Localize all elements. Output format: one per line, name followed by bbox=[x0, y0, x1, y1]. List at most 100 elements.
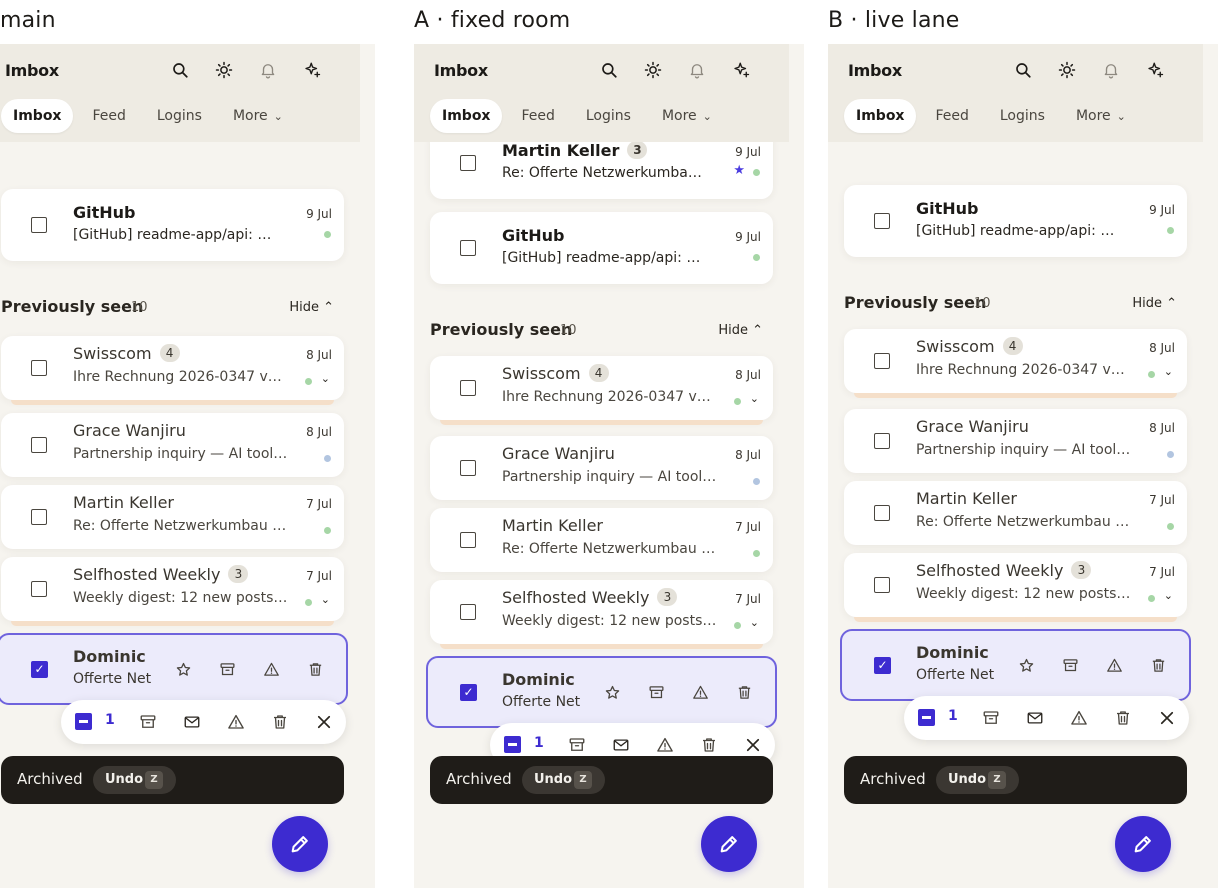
tab-logins[interactable]: Logins bbox=[574, 99, 643, 133]
email-card-martin-keller[interactable]: Martin Keller Re: Offerte Netzwerkumbau … bbox=[430, 508, 773, 572]
chevron-down-icon[interactable]: ⌄ bbox=[1164, 365, 1173, 378]
brightness-icon[interactable] bbox=[1056, 59, 1078, 81]
archive-icon[interactable] bbox=[981, 708, 1001, 728]
tab-imbox[interactable]: Imbox bbox=[844, 99, 917, 133]
tab-feed[interactable]: Feed bbox=[923, 99, 980, 133]
mail-icon[interactable] bbox=[1025, 708, 1045, 728]
trash-icon[interactable] bbox=[734, 682, 754, 702]
email-card-grace-wanjiru[interactable]: Grace Wanjiru Partnership inquiry — AI t… bbox=[844, 409, 1187, 473]
email-card-selfhosted-weekly[interactable]: Selfhosted Weekly 3 Weekly digest: 12 new… bbox=[430, 580, 773, 649]
search-icon[interactable] bbox=[598, 59, 620, 81]
undo-button[interactable]: Undo Z bbox=[522, 766, 605, 794]
close-icon[interactable] bbox=[314, 712, 334, 732]
sparkle-icon[interactable] bbox=[1144, 59, 1166, 81]
spam-icon[interactable] bbox=[1069, 708, 1089, 728]
close-icon[interactable] bbox=[1157, 708, 1177, 728]
close-icon[interactable] bbox=[743, 735, 763, 755]
bulk-select-checkbox[interactable] bbox=[75, 713, 92, 730]
tab-more[interactable]: More ⌄ bbox=[221, 99, 295, 133]
tab-logins[interactable]: Logins bbox=[145, 99, 214, 133]
email-card-swisscom[interactable]: Swisscom4 Ihre Rechnung 2026-0347 vom Ju… bbox=[844, 329, 1187, 398]
chevron-down-icon[interactable]: ⌄ bbox=[750, 392, 759, 405]
tab-logins[interactable]: Logins bbox=[988, 99, 1057, 133]
tab-more[interactable]: More ⌄ bbox=[650, 99, 724, 133]
archive-icon[interactable] bbox=[567, 735, 587, 755]
email-card-dominic-selected[interactable]: ✓ Dominic Rossi Offerte Netzwerk bbox=[0, 633, 348, 705]
tab-feed[interactable]: Feed bbox=[80, 99, 137, 133]
compose-button[interactable] bbox=[1115, 816, 1171, 872]
chevron-down-icon[interactable]: ⌄ bbox=[321, 593, 330, 606]
mail-icon[interactable] bbox=[182, 712, 202, 732]
archive-icon[interactable] bbox=[217, 659, 237, 679]
select-checkbox[interactable] bbox=[31, 509, 47, 525]
compose-button[interactable] bbox=[272, 816, 328, 872]
email-card-selfhosted-weekly[interactable]: Selfhosted Weekly 3 Weekly digest: 12 new… bbox=[844, 553, 1187, 622]
tab-more[interactable]: More ⌄ bbox=[1064, 99, 1138, 133]
chevron-down-icon[interactable]: ⌄ bbox=[1164, 589, 1173, 602]
select-checkbox[interactable] bbox=[31, 437, 47, 453]
email-card-martin-keller[interactable]: Martin Keller Re: Offerte Netzwerkumbau … bbox=[1, 485, 344, 549]
email-card-dominic-selected[interactable]: ✓ Dominic Rossi Offerte Netzwerk bbox=[840, 629, 1191, 701]
email-card-grace-wanjiru[interactable]: Grace Wanjiru Partnership inquiry — AI t… bbox=[1, 413, 344, 477]
spam-icon[interactable] bbox=[1104, 655, 1124, 675]
select-checkbox[interactable] bbox=[874, 577, 890, 593]
search-icon[interactable] bbox=[169, 59, 191, 81]
select-checkbox[interactable] bbox=[31, 360, 47, 376]
email-card-github[interactable]: GitHub [GitHub] readme-app/api: Pull req… bbox=[844, 185, 1187, 257]
trash-icon[interactable] bbox=[270, 712, 290, 732]
select-checkbox-checked[interactable]: ✓ bbox=[460, 684, 477, 701]
select-checkbox[interactable] bbox=[460, 380, 476, 396]
select-checkbox[interactable] bbox=[874, 213, 890, 229]
tab-feed[interactable]: Feed bbox=[509, 99, 566, 133]
trash-icon[interactable] bbox=[305, 659, 325, 679]
star-icon[interactable] bbox=[173, 659, 193, 679]
select-checkbox-checked[interactable]: ✓ bbox=[874, 657, 891, 674]
select-checkbox[interactable] bbox=[460, 155, 476, 171]
email-card-dominic-selected[interactable]: ✓ Dominic Rossi Offerte Netzwerk bbox=[426, 656, 777, 728]
select-checkbox[interactable] bbox=[460, 604, 476, 620]
select-checkbox[interactable] bbox=[460, 460, 476, 476]
spam-icon[interactable] bbox=[655, 735, 675, 755]
trash-icon[interactable] bbox=[699, 735, 719, 755]
email-card-swisscom[interactable]: Swisscom4 Ihre Rechnung 2026-0347 vom Ju… bbox=[1, 336, 344, 405]
select-checkbox[interactable] bbox=[31, 581, 47, 597]
brightness-icon[interactable] bbox=[213, 59, 235, 81]
mail-icon[interactable] bbox=[611, 735, 631, 755]
tab-imbox[interactable]: Imbox bbox=[1, 99, 74, 133]
star-icon[interactable] bbox=[602, 682, 622, 702]
select-checkbox-checked[interactable]: ✓ bbox=[31, 661, 48, 678]
email-card-github[interactable]: GitHub [GitHub] readme-app/api: Pull req… bbox=[1, 189, 344, 261]
archive-icon[interactable] bbox=[138, 712, 158, 732]
spam-icon[interactable] bbox=[690, 682, 710, 702]
sparkle-icon[interactable] bbox=[730, 59, 752, 81]
undo-button[interactable]: Undo Z bbox=[936, 766, 1019, 794]
compose-button[interactable] bbox=[701, 816, 757, 872]
chevron-down-icon[interactable]: ⌄ bbox=[321, 372, 330, 385]
hide-section-button[interactable]: Hide ⌃ bbox=[289, 300, 334, 315]
select-checkbox[interactable] bbox=[31, 217, 47, 233]
undo-button[interactable]: Undo Z bbox=[93, 766, 176, 794]
archive-icon[interactable] bbox=[646, 682, 666, 702]
bell-icon[interactable] bbox=[686, 59, 708, 81]
trash-icon[interactable] bbox=[1148, 655, 1168, 675]
search-icon[interactable] bbox=[1012, 59, 1034, 81]
email-card-selfhosted-weekly[interactable]: Selfhosted Weekly 3 Weekly digest: 12 new… bbox=[1, 557, 344, 626]
spam-icon[interactable] bbox=[226, 712, 246, 732]
select-checkbox[interactable] bbox=[460, 532, 476, 548]
email-card-grace-wanjiru[interactable]: Grace Wanjiru Partnership inquiry — AI t… bbox=[430, 436, 773, 500]
email-card-martin-keller[interactable]: Martin Keller Re: Offerte Netzwerkumbau … bbox=[844, 481, 1187, 545]
select-checkbox[interactable] bbox=[874, 505, 890, 521]
hide-section-button[interactable]: Hide ⌃ bbox=[1132, 296, 1177, 311]
select-checkbox[interactable] bbox=[460, 240, 476, 256]
trash-icon[interactable] bbox=[1113, 708, 1133, 728]
star-icon[interactable] bbox=[1016, 655, 1036, 675]
select-checkbox[interactable] bbox=[874, 433, 890, 449]
email-card-swisscom[interactable]: Swisscom4 Ihre Rechnung 2026-0347 vom Ju… bbox=[430, 356, 773, 425]
bulk-select-checkbox[interactable] bbox=[504, 736, 521, 753]
tab-imbox[interactable]: Imbox bbox=[430, 99, 503, 133]
bell-icon[interactable] bbox=[257, 59, 279, 81]
email-card-github[interactable]: GitHub [GitHub] readme-app/api: Pull req… bbox=[430, 212, 773, 284]
bell-icon[interactable] bbox=[1100, 59, 1122, 81]
archive-icon[interactable] bbox=[1060, 655, 1080, 675]
select-checkbox[interactable] bbox=[874, 353, 890, 369]
